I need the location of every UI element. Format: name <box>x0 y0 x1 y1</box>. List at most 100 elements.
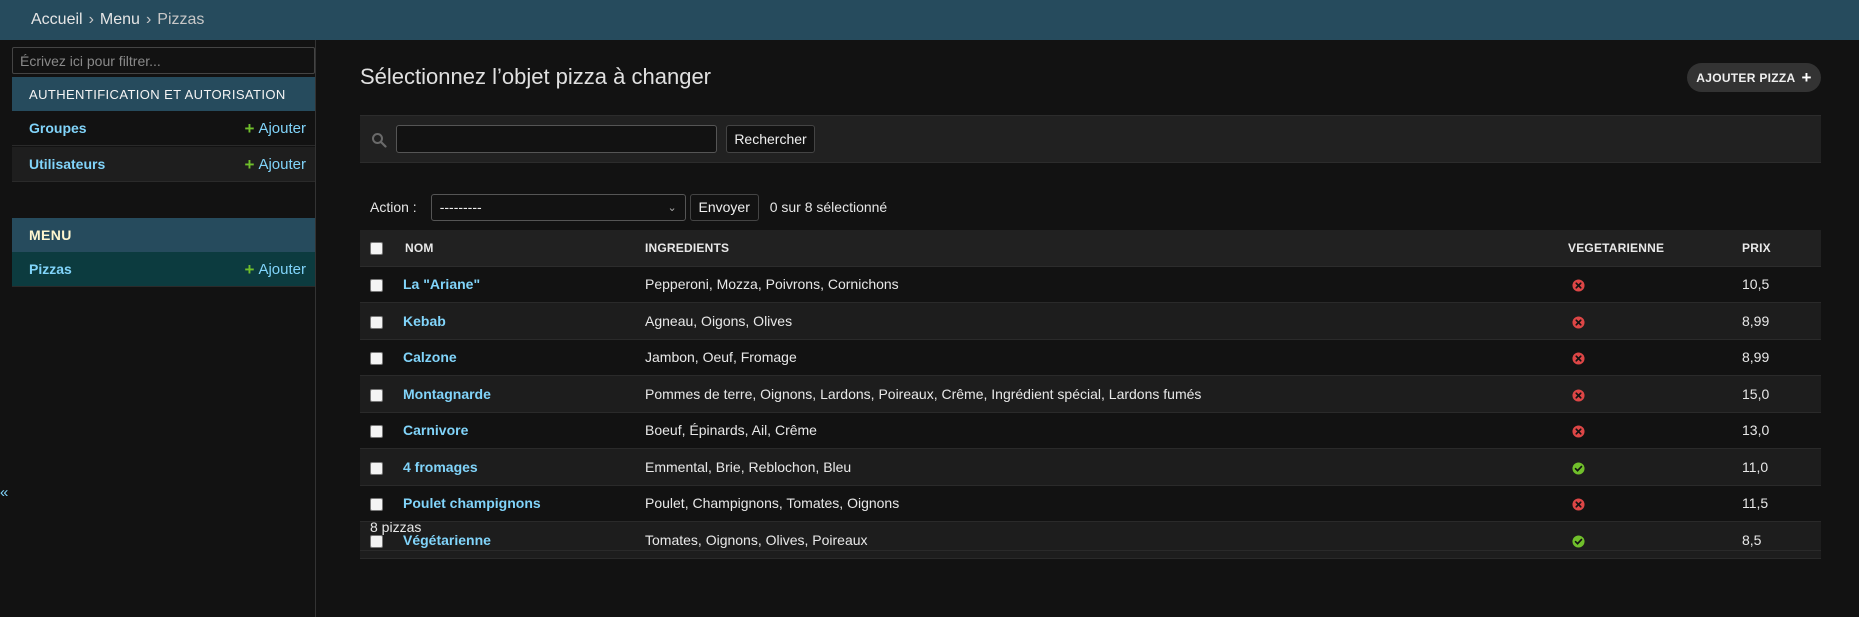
breadcrumb-home[interactable]: Accueil <box>31 11 83 29</box>
price-cell: 8,99 <box>1742 339 1821 376</box>
row-checkbox[interactable] <box>370 461 383 475</box>
price-cell: 8,99 <box>1742 302 1821 340</box>
row-checkbox[interactable] <box>370 279 383 293</box>
breadcrumb-current: Pizzas <box>157 11 205 28</box>
row-checkbox-cell <box>360 412 400 449</box>
ingredients-cell: Jambon, Oeuf, Fromage <box>645 339 1568 376</box>
column-header-ingredients[interactable]: Ingredients <box>645 230 1568 267</box>
search-input[interactable] <box>396 125 717 153</box>
plus-icon: + <box>244 154 255 174</box>
sidebar-filter-input[interactable] <box>12 47 315 74</box>
module-caption-menu[interactable]: Menu <box>12 218 315 252</box>
x-circle-icon <box>1572 352 1585 365</box>
row-checkbox-cell <box>360 375 400 413</box>
sidebar-link-groupes[interactable]: Groupes <box>29 120 87 136</box>
sidebar-nav: Authentification et Autorisation Groupes… <box>0 40 316 617</box>
row-checkbox[interactable] <box>370 352 383 366</box>
table-row: 4 fromages Emmental, Brie, Reblochon, Bl… <box>360 448 1821 486</box>
table-row: Montagnarde Pommes de terre, Oignons, La… <box>360 375 1821 413</box>
row-checkbox-cell <box>360 266 400 303</box>
x-circle-icon <box>1572 279 1585 292</box>
add-label: Ajouter <box>258 155 306 173</box>
ingredients-cell: Emmental, Brie, Reblochon, Bleu <box>645 448 1568 486</box>
paginator: 8 pizzas <box>360 504 1821 551</box>
pizza-name-cell: Montagnarde <box>400 375 645 413</box>
vegetarian-cell <box>1568 266 1742 303</box>
breadcrumb-app[interactable]: Menu <box>100 11 140 29</box>
sidebar-item-pizzas: Pizzas + Ajouter <box>12 252 315 287</box>
search-button[interactable]: Rechercher <box>726 125 815 153</box>
action-counter: 0 sur 8 sélectionné <box>769 199 888 215</box>
action-selected-value: --------- <box>439 199 482 215</box>
table-row: Carnivore Boeuf, Épinards, Ail, Crême 13… <box>360 412 1821 449</box>
sidebar-link-utilisateurs[interactable]: Utilisateurs <box>29 156 105 172</box>
plus-icon: + <box>1801 68 1812 87</box>
main-content: Sélectionnez l’objet pizza à changer AJO… <box>317 40 1859 617</box>
row-checkbox-cell <box>360 448 400 486</box>
pizza-name-cell: Calzone <box>400 339 645 376</box>
column-header-vegetarienne[interactable]: Vegetarienne <box>1568 230 1742 267</box>
row-checkbox[interactable] <box>370 425 383 439</box>
add-pizza-link[interactable]: + Ajouter <box>245 261 306 278</box>
pizza-name-cell: Kebab <box>400 302 645 340</box>
table-header-row: Nom Ingredients Vegetarienne Prix <box>360 230 1821 267</box>
add-utilisateur-link[interactable]: + Ajouter <box>245 156 306 173</box>
table-row: Calzone Jambon, Oeuf, Fromage 8,99 <box>360 339 1821 376</box>
add-groupe-link[interactable]: + Ajouter <box>245 120 306 137</box>
pizza-name-link[interactable]: Carnivore <box>403 422 468 438</box>
row-checkbox[interactable] <box>370 388 383 402</box>
action-label: Action : <box>370 199 417 215</box>
pizza-name-link[interactable]: Kebab <box>403 313 446 329</box>
row-checkbox-cell <box>360 302 400 340</box>
row-checkbox-cell <box>360 339 400 376</box>
action-go-button[interactable]: Envoyer <box>689 193 759 221</box>
add-label: Ajouter <box>258 260 306 278</box>
column-header-nom[interactable]: Nom <box>400 230 645 267</box>
action-bar: Action : --------- ⌄ Envoyer 0 sur 8 sél… <box>360 191 1821 223</box>
ingredients-cell: Agneau, Oigons, Olives <box>645 302 1568 340</box>
vegetarian-cell <box>1568 302 1742 340</box>
table-row: La "Ariane" Pepperoni, Mozza, Poivrons, … <box>360 266 1821 303</box>
vegetarian-cell <box>1568 339 1742 376</box>
add-pizza-label: AJOUTER PIZZA <box>1696 70 1796 85</box>
breadcrumb-separator: › <box>145 11 152 28</box>
check-circle-icon <box>1572 462 1585 475</box>
sidebar-item-utilisateurs: Utilisateurs + Ajouter <box>12 147 315 182</box>
vegetarian-cell <box>1568 448 1742 486</box>
table-row: Kebab Agneau, Oigons, Olives 8,99 <box>360 302 1821 340</box>
sidebar-item-groupes: Groupes + Ajouter <box>12 111 315 146</box>
vegetarian-cell <box>1568 375 1742 413</box>
x-circle-icon <box>1572 389 1585 402</box>
add-pizza-button[interactable]: AJOUTER PIZZA + <box>1687 63 1821 92</box>
sidebar-link-pizzas[interactable]: Pizzas <box>29 261 72 277</box>
pizza-name-cell: 4 fromages <box>400 448 645 486</box>
search-icon <box>372 133 387 148</box>
column-header-prix[interactable]: Prix <box>1742 230 1821 267</box>
row-checkbox[interactable] <box>370 315 383 329</box>
select-all-checkbox[interactable] <box>370 241 383 255</box>
add-label: Ajouter <box>258 119 306 137</box>
price-cell: 15,0 <box>1742 375 1821 413</box>
header-breadcrumbs: Accueil › Menu › Pizzas <box>0 0 1859 40</box>
sidebar-collapse-toggle[interactable]: « <box>0 484 8 501</box>
price-cell: 13,0 <box>1742 412 1821 449</box>
ingredients-cell: Pepperoni, Mozza, Poivrons, Cornichons <box>645 266 1568 303</box>
action-select[interactable]: --------- ⌄ <box>430 193 686 221</box>
ingredients-cell: Boeuf, Épinards, Ail, Crême <box>645 412 1568 449</box>
module-caption-auth[interactable]: Authentification et Autorisation <box>12 77 315 111</box>
pizza-name-link[interactable]: Montagnarde <box>403 386 491 402</box>
result-count: 8 pizzas <box>370 519 422 535</box>
page-title: Sélectionnez l’objet pizza à changer <box>360 64 712 89</box>
plus-icon: + <box>244 118 255 138</box>
x-circle-icon <box>1572 425 1585 438</box>
pizza-name-link[interactable]: Calzone <box>403 349 457 365</box>
x-circle-icon <box>1572 316 1585 329</box>
breadcrumb-separator: › <box>88 11 94 28</box>
price-cell: 11,0 <box>1742 448 1821 486</box>
plus-icon: + <box>244 259 255 279</box>
pizza-name-link[interactable]: La "Ariane" <box>403 276 480 292</box>
pizza-name-cell: Carnivore <box>400 412 645 449</box>
ingredients-cell: Pommes de terre, Oignons, Lardons, Poire… <box>645 375 1568 413</box>
pizza-name-link[interactable]: 4 fromages <box>403 459 478 475</box>
pizza-name-cell: La "Ariane" <box>400 266 645 303</box>
